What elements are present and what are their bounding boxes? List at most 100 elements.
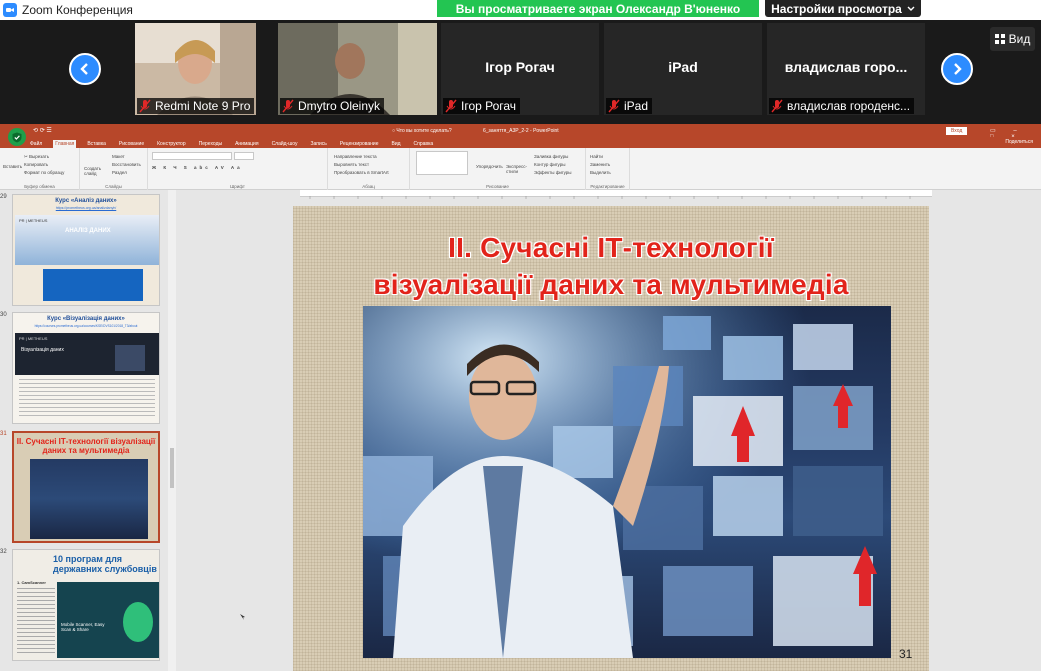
view-settings-button[interactable]: Настройки просмотра — [765, 0, 921, 17]
next-page-button[interactable] — [941, 53, 973, 85]
chevron-left-icon — [80, 63, 88, 75]
participants-strip: Redmi Note 9 Pro Dmytro Oleinyk Ігор Рог… — [0, 20, 1041, 124]
participant-display-name: владислав горо... — [784, 59, 908, 75]
grid-view-icon — [994, 34, 1005, 44]
participant-tile[interactable]: iPad iPad — [604, 23, 762, 115]
slide-thumbnail[interactable]: Курс «Візуалізація даних» https://course… — [12, 312, 160, 424]
view-settings-label: Настройки просмотра — [771, 1, 902, 16]
participant-name-label: Dmytro Oleinyk — [280, 98, 385, 114]
tab-draw[interactable]: Рисование — [117, 140, 146, 148]
quick-access-icons: ⟲ ⟳ ☰ — [33, 128, 52, 134]
thumb-video-preview — [43, 269, 143, 301]
select-button[interactable]: Выделить — [590, 170, 611, 175]
thumb-image: PR | METHEUS АНАЛІЗ ДАНИХ — [15, 215, 159, 265]
thumb-text-lines — [19, 379, 155, 419]
mic-muted-icon — [139, 99, 151, 113]
security-shield-icon[interactable] — [8, 128, 26, 146]
group-label: Рисование — [486, 184, 509, 189]
thumb-banner: Візуалізація даних — [21, 347, 64, 353]
font-size-input[interactable] — [234, 152, 254, 160]
share-button[interactable]: Поделиться — [1003, 138, 1035, 146]
cut-button[interactable]: ✂ Вырезать — [24, 154, 49, 160]
thumb-image: Mobile Scanner, Easy Scan & Share — [57, 582, 159, 658]
thumb-text-lines — [17, 588, 55, 654]
new-slide-button[interactable]: Создать слайд — [84, 166, 104, 176]
chevron-down-icon — [907, 6, 915, 11]
copy-button[interactable]: Копировать — [24, 162, 48, 167]
participant-display-name: Ігор Рогач — [485, 59, 555, 75]
thumb-app-graphic — [123, 602, 153, 642]
reset-button[interactable]: Восстановить — [112, 162, 141, 167]
participant-tile[interactable]: Dmytro Oleinyk — [278, 23, 437, 115]
font-format-icons[interactable]: Ж К Ч S abc AV Aa — [152, 165, 243, 170]
format-painter-button[interactable]: Формат по образцу — [24, 170, 64, 175]
ppt-ribbon-tabs: Файл Главная Вставка Рисование Конструкт… — [0, 137, 1041, 148]
prev-page-button[interactable] — [69, 53, 101, 85]
group-label: Шрифт — [230, 184, 245, 189]
thumb-title: Курс «Візуалізація даних» — [47, 316, 125, 322]
group-label: Слайды — [105, 184, 122, 189]
quick-styles-button[interactable]: Экспресс-стили — [506, 164, 528, 174]
tab-record[interactable]: Запись — [308, 140, 328, 148]
shape-outline-button[interactable]: Контур фигуры — [534, 162, 565, 167]
slide-title-line1: ІІ. Сучасні ІТ-технології — [448, 232, 774, 263]
scrollbar-thumb[interactable] — [170, 448, 174, 488]
tab-file[interactable]: Файл — [28, 140, 44, 148]
clipboard-group: Вставить ✂ Вырезать Копировать Формат по… — [0, 148, 80, 190]
thumb-banner: АНАЛІЗ ДАНИХ — [65, 228, 111, 234]
tab-transitions[interactable]: Переходы — [197, 140, 224, 148]
thumb-link: https://courses.prometheus.org.ua/course… — [34, 324, 138, 328]
participant-tile[interactable]: владислав горо... владислав городенс... — [767, 23, 925, 115]
thumb-link: https://prometheus.org.ua/analizdanyh/ — [55, 206, 117, 210]
tab-help[interactable]: Справка — [412, 140, 436, 148]
participant-name-label: Redmi Note 9 Pro — [137, 98, 255, 114]
sign-in-button[interactable]: Вход — [946, 127, 968, 135]
align-text-button[interactable]: Выровнять текст — [334, 162, 369, 167]
section-button[interactable]: Раздел — [112, 170, 127, 175]
thumb-logo: PR | METHEUS — [19, 336, 48, 341]
find-button[interactable]: Найти — [590, 154, 603, 159]
main-slide[interactable]: ІІ. Сучасні ІТ-технології візуалізації д… — [293, 206, 929, 671]
paste-button[interactable]: Вставить — [3, 164, 22, 169]
tab-review[interactable]: Рецензирование — [338, 140, 381, 148]
thumb-image-block — [115, 345, 145, 371]
horizontal-ruler — [300, 190, 932, 199]
shared-powerpoint-screen: ⟲ ⟳ ☰ 6_заняття_А3Р_2-2 - PowerPoint ○ Ч… — [0, 124, 1041, 671]
layout-button[interactable]: Макет — [112, 154, 125, 159]
thumb-image: PR | METHEUS Візуалізація даних — [15, 333, 159, 375]
slide-thumbnail[interactable]: 10 програм для державних службовців 1. C… — [12, 549, 160, 661]
tab-view[interactable]: Вид — [390, 140, 403, 148]
tab-animations[interactable]: Анимация — [233, 140, 260, 148]
arrange-button[interactable]: Упорядочить — [476, 164, 503, 169]
thumb-caption: Mobile Scanner, Easy Scan & Share — [61, 622, 105, 632]
group-label: Буфер обмена — [24, 184, 55, 189]
tab-slideshow[interactable]: Слайд-шоу — [270, 140, 300, 148]
view-button[interactable]: Вид — [990, 27, 1035, 51]
thumb-image — [30, 459, 148, 539]
tab-insert[interactable]: Вставка — [85, 140, 108, 148]
text-direction-button[interactable]: Направление текста — [334, 154, 377, 159]
ppt-document-title: 6_заняття_А3Р_2-2 - PowerPoint — [483, 128, 559, 134]
thumb-title: ІІ. Сучасні ІТ-технології візуалізації д… — [16, 437, 156, 455]
smartart-button[interactable]: Преобразовать в SmartArt — [334, 170, 389, 175]
font-group: Ж К Ч S abc AV Aa Шрифт — [148, 148, 328, 190]
shape-fill-button[interactable]: Заливка фигуры — [534, 154, 568, 159]
participant-tile[interactable]: Ігор Рогач Ігор Рогач — [441, 23, 599, 115]
slide-number: 32 — [0, 549, 7, 555]
slide-number-label: 31 — [899, 647, 913, 661]
tab-home[interactable]: Главная — [53, 140, 77, 148]
slide-thumbnail-selected[interactable]: ІІ. Сучасні ІТ-технології візуалізації д… — [12, 431, 160, 543]
thumbnails-scrollbar[interactable] — [168, 190, 176, 671]
font-name-input[interactable] — [152, 152, 232, 160]
tell-me-box[interactable]: ○ Что вы хотите сделать? — [392, 128, 452, 134]
tab-design[interactable]: Конструктор — [155, 140, 188, 148]
ppt-title-bar: ⟲ ⟳ ☰ 6_заняття_А3Р_2-2 - PowerPoint ○ Ч… — [0, 124, 1041, 140]
slide-title-line2: візуалізації даних та мультимедіа — [373, 269, 849, 300]
window-title: Zoom Конференция — [22, 3, 133, 17]
shapes-gallery[interactable] — [416, 151, 468, 175]
slide-thumbnail[interactable]: Курс «Аналіз даних» https://prometheus.o… — [12, 194, 160, 306]
replace-button[interactable]: Заменить — [590, 162, 610, 167]
participant-tile[interactable]: Redmi Note 9 Pro — [135, 23, 256, 115]
shape-effects-button[interactable]: Эффекты фигуры — [534, 170, 572, 175]
mouse-cursor-icon — [240, 614, 245, 620]
